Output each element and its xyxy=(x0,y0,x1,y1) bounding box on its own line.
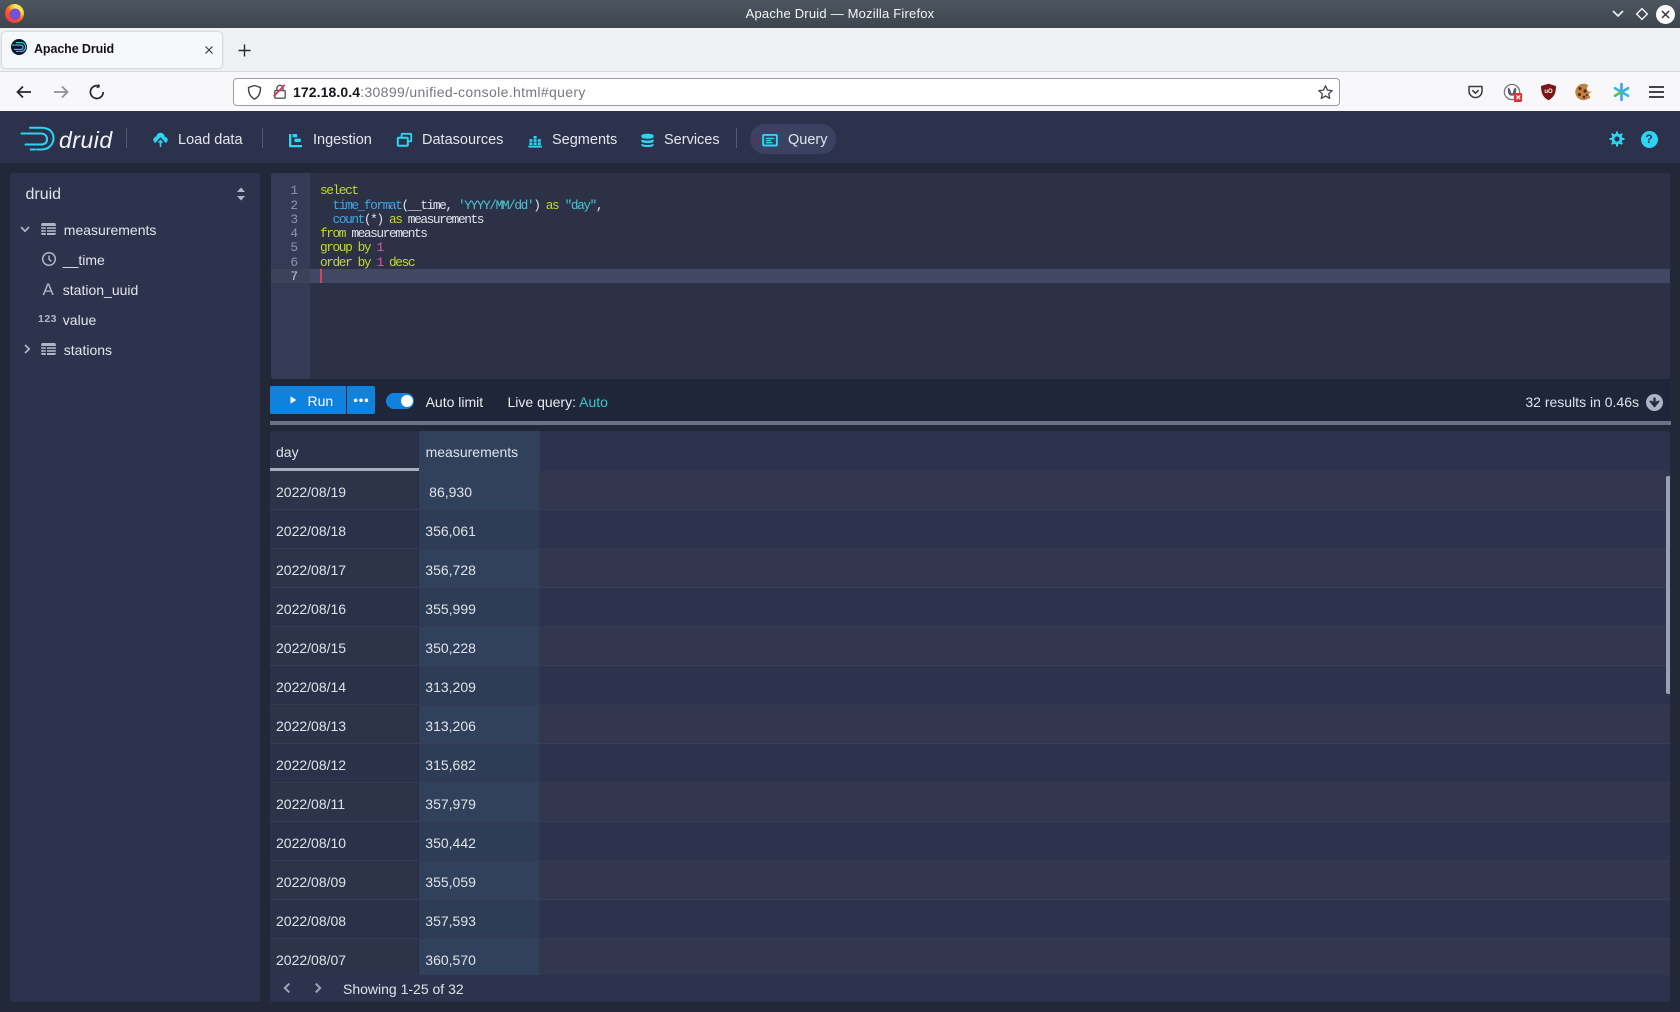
svg-text:uO: uO xyxy=(1544,88,1553,94)
